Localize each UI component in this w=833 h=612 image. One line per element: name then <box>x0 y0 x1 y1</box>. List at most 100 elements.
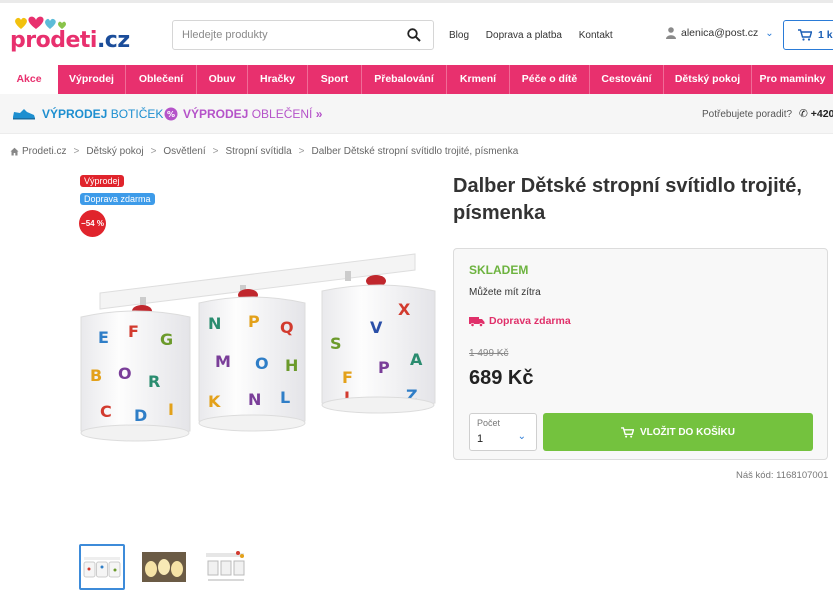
top-border <box>0 0 833 3</box>
breadcrumb: Prodeti.cz > Dětský pokoj > Osvětlení > … <box>10 146 518 157</box>
svg-text:D: D <box>134 406 147 425</box>
svg-text:N: N <box>208 314 221 333</box>
promo-bar: VÝPRODEJ BOTIČEK » % VÝPRODEJ OBLEČENÍ »… <box>0 94 833 134</box>
thumbnail-2[interactable] <box>141 544 187 590</box>
truck-icon <box>469 316 485 327</box>
breadcrumb-separator: > <box>73 146 80 157</box>
logo-text-main: prodeti <box>10 28 97 53</box>
old-price: 1 499 Kč <box>469 348 509 359</box>
svg-text:%: % <box>167 110 175 119</box>
cart-button[interactable]: 1 ks <box>783 20 833 50</box>
svg-text:H: H <box>285 356 298 375</box>
svg-text:K: K <box>208 392 221 411</box>
breadcrumb-osvetleni[interactable]: Osvětlení <box>163 146 205 157</box>
free-shipping-badge: Doprava zdarma <box>80 193 155 205</box>
nav-vyprodej[interactable]: Výprodej <box>58 65 126 94</box>
svg-text:F: F <box>128 322 139 341</box>
free-shipping-info: Doprava zdarma <box>469 315 571 327</box>
svg-text:P: P <box>378 358 390 377</box>
chevron-down-icon: ⌄ <box>765 27 774 39</box>
quantity-value: 1 <box>477 433 484 445</box>
quantity-label: Počet <box>477 418 501 428</box>
top-links: Blog Doprava a platba Kontakt <box>449 30 627 41</box>
nav-obuv[interactable]: Obuv <box>197 65 248 94</box>
svg-text:O: O <box>118 364 132 383</box>
percent-badge-icon: % <box>164 107 178 121</box>
thumbnail-3[interactable] <box>203 544 249 590</box>
user-icon <box>666 27 676 39</box>
promo-shoes-sale[interactable]: VÝPRODEJ BOTIČEK » <box>12 107 173 121</box>
account-menu[interactable]: alenica@post.cz ⌄ <box>666 27 774 39</box>
svg-text:A: A <box>410 350 423 369</box>
svg-text:X: X <box>398 300 411 319</box>
account-email: alenica@post.cz <box>681 27 759 39</box>
phone-number: +420 <box>810 108 833 120</box>
ceiling-lamp-image: E F G B O R C D I N P Q M O H K N L V X … <box>80 253 436 442</box>
svg-text:Q: Q <box>280 318 294 337</box>
nav-hracky[interactable]: Hračky <box>248 65 308 94</box>
add-to-cart-button[interactable]: VLOŽIT DO KOŠÍKU <box>543 413 813 451</box>
cart-count: 1 ks <box>818 29 833 41</box>
nav-sport[interactable]: Sport <box>308 65 362 94</box>
link-shipping[interactable]: Doprava a platba <box>486 30 562 41</box>
svg-text:E: E <box>98 328 109 347</box>
cart-icon <box>621 426 634 438</box>
nav-prebalovani[interactable]: Přebalování <box>362 65 447 94</box>
sneaker-icon <box>13 109 35 120</box>
promo-clothes-sale[interactable]: % VÝPRODEJ OBLEČENÍ » <box>164 107 322 121</box>
sale-badge: Výprodej <box>80 175 124 187</box>
nav-akce[interactable]: Akce <box>0 65 58 94</box>
category-nav: Akce Výprodej Oblečení Obuv Hračky Sport… <box>0 65 833 94</box>
svg-text:G: G <box>160 330 173 349</box>
nav-pro-maminky[interactable]: Pro maminky <box>752 65 833 94</box>
product-image[interactable]: E F G B O R C D I N P Q M O H K N L V X … <box>80 245 440 455</box>
phone-contact[interactable]: ✆ +420 <box>799 108 833 120</box>
svg-text:N: N <box>248 390 261 409</box>
breadcrumb-home[interactable]: Prodeti.cz <box>22 146 66 157</box>
thumbnail-1[interactable] <box>79 544 125 590</box>
discount-badge: −54 % <box>79 210 106 237</box>
breadcrumb-stropni-svitidla[interactable]: Stropní svítidla <box>226 146 292 157</box>
breadcrumb-separator: > <box>212 146 219 157</box>
svg-text:I: I <box>168 400 174 419</box>
nav-obleceni[interactable]: Oblečení <box>126 65 197 94</box>
svg-text:C: C <box>100 402 112 421</box>
stock-status: SKLADEM <box>469 263 529 277</box>
nav-krmeni[interactable]: Krmení <box>447 65 510 94</box>
free-shipping-label: Doprava zdarma <box>489 315 571 327</box>
svg-text:O: O <box>255 354 269 373</box>
link-contact[interactable]: Kontakt <box>579 30 613 41</box>
product-code: Náš kód: 1168107001 <box>736 470 829 481</box>
quantity-select[interactable]: Počet 1 ⌄ <box>469 413 537 451</box>
svg-text:P: P <box>248 312 260 331</box>
link-blog[interactable]: Blog <box>449 30 469 41</box>
logo[interactable]: prodeti.cz <box>10 14 130 54</box>
svg-text:L: L <box>280 388 290 407</box>
home-icon <box>10 147 19 156</box>
nav-pece-o-dite[interactable]: Péče o dítě <box>510 65 590 94</box>
svg-text:B: B <box>90 366 102 385</box>
breadcrumb-separator: > <box>298 146 305 157</box>
promo-shoes-bold: VÝPRODEJ <box>42 107 108 121</box>
nav-cestovani[interactable]: Cestování <box>590 65 664 94</box>
add-to-cart-label: VLOŽIT DO KOŠÍKU <box>640 426 735 438</box>
promo-clothes-thin: OBLEČENÍ <box>251 107 313 121</box>
thumbnail-lit-lamp-image <box>142 552 186 582</box>
price: 689 Kč <box>469 367 534 389</box>
promo-clothes-bold: VÝPRODEJ <box>183 107 249 121</box>
promo-clothes-arrows: » <box>315 107 323 121</box>
breadcrumb-separator: > <box>150 146 157 157</box>
logo-text-domain: .cz <box>96 28 130 53</box>
search-icon[interactable] <box>407 28 421 42</box>
svg-text:S: S <box>330 334 342 353</box>
svg-text:R: R <box>148 372 160 391</box>
svg-text:F: F <box>342 368 353 387</box>
thumbnail-lamp-image <box>83 557 121 578</box>
promo-shoes-thin: BOTIČEK <box>110 107 164 121</box>
search-input[interactable] <box>173 21 393 49</box>
help-text: Potřebujete poradit? <box>702 109 793 120</box>
nav-detsky-pokoj[interactable]: Dětský pokoj <box>664 65 752 94</box>
breadcrumb-detsky-pokoj[interactable]: Dětský pokoj <box>86 146 143 157</box>
logo-text: prodeti.cz <box>10 28 130 53</box>
breadcrumb-current: Dalber Dětské stropní svítidlo trojité, … <box>311 146 519 157</box>
